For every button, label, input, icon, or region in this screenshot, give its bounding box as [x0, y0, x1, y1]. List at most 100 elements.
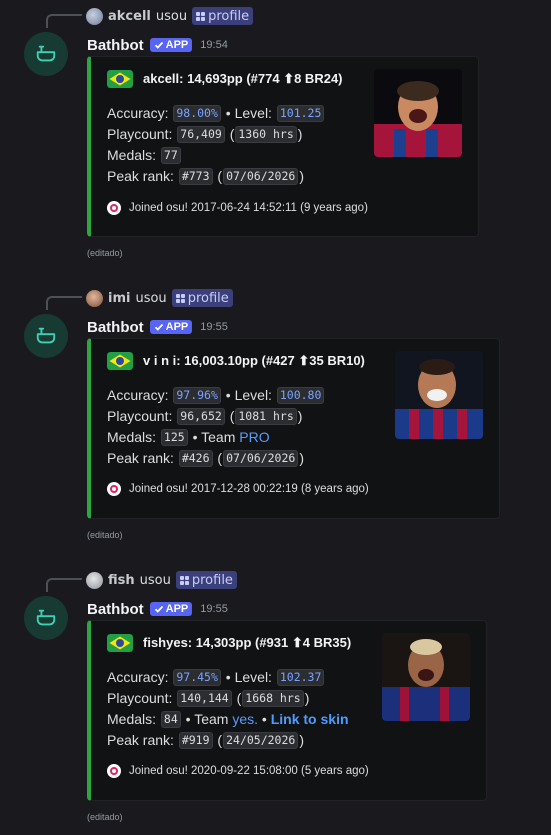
medals-label: Medals:	[107, 147, 157, 163]
avatar-thumbnail[interactable]	[382, 633, 470, 721]
bath-icon	[36, 609, 56, 626]
peak-rank-value: #773	[178, 168, 213, 185]
team-label: • Team	[185, 711, 229, 727]
avatar-thumbnail[interactable]	[395, 351, 483, 439]
edited-label: (editado)	[87, 248, 123, 258]
peak-rank-label: Peak rank:	[107, 168, 174, 184]
title-text: v i n i: 16,003.10pp (#427 ⬆35 BR10)	[143, 353, 365, 368]
level-label: • Level:	[225, 387, 272, 403]
edited-label: (editado)	[87, 530, 123, 540]
bot-avatar[interactable]	[24, 314, 68, 358]
user-avatar[interactable]	[86, 571, 103, 589]
bot-name[interactable]: Bathbot	[87, 37, 144, 54]
reply-context[interactable]: imi usou profile	[86, 288, 233, 308]
timestamp: 19:55	[200, 321, 228, 333]
accuracy-value: 97.45%	[173, 669, 221, 686]
title-text: akcell: 14,693pp (#774 ⬆8 BR24)	[143, 71, 343, 86]
brazil-flag-icon	[107, 352, 133, 370]
profile-embed: fishyes: 14,303pp (#931 ⬆4 BR35) Accurac…	[87, 620, 487, 801]
command-name: profile	[208, 8, 250, 24]
accuracy-value: 97.96%	[173, 387, 221, 404]
team-link[interactable]: yes.	[232, 709, 258, 730]
level-value: 102.37	[276, 669, 325, 686]
profile-embed: v i n i: 16,003.10pp (#427 ⬆35 BR10) Acc…	[87, 338, 500, 519]
playcount-value: 76,409	[177, 126, 225, 143]
message-akcell: akcell usou profile Bathbot APP 19:54 ak…	[0, 0, 551, 260]
peak-rank-label: Peak rank:	[107, 732, 174, 748]
reply-username[interactable]: fish	[108, 573, 135, 588]
reply-connector	[46, 296, 82, 310]
playcount-label: Playcount:	[107, 690, 173, 706]
command-grid-icon	[179, 575, 189, 585]
embed-footer: Joined osu! 2017-06-24 14:52:11 (9 years…	[107, 201, 368, 215]
playcount-value: 96,652	[177, 408, 225, 425]
osu-icon	[107, 201, 121, 215]
edited-label: (editado)	[87, 812, 123, 822]
embed-title[interactable]: v i n i: 16,003.10pp (#427 ⬆35 BR10)	[107, 352, 365, 370]
skin-separator: •	[261, 711, 267, 727]
command-name: profile	[187, 290, 229, 306]
accuracy-label: Accuracy:	[107, 105, 169, 121]
user-avatar[interactable]	[86, 289, 103, 307]
command-name: profile	[191, 572, 233, 588]
app-badge: APP	[149, 320, 193, 334]
peak-rank-date: 24/05/2026	[223, 732, 299, 749]
bot-name[interactable]: Bathbot	[87, 601, 144, 618]
command-mention[interactable]: profile	[192, 7, 254, 25]
joined-text: Joined osu! 2017-06-24 14:52:11 (9 years…	[129, 202, 368, 214]
timestamp: 19:55	[200, 603, 228, 615]
team-link[interactable]: PRO	[239, 427, 269, 448]
reply-context[interactable]: akcell usou profile	[86, 6, 254, 26]
check-icon	[154, 605, 163, 613]
playcount-label: Playcount:	[107, 126, 173, 142]
accuracy-label: Accuracy:	[107, 669, 169, 685]
title-text: fishyes: 14,303pp (#931 ⬆4 BR35)	[143, 635, 352, 650]
brazil-flag-icon	[107, 634, 133, 652]
avatar-thumbnail[interactable]	[374, 69, 462, 157]
peak-rank-value: #919	[178, 732, 213, 749]
bot-avatar[interactable]	[24, 32, 68, 76]
check-icon	[154, 41, 163, 49]
peak-rank-date: 07/06/2026	[223, 450, 299, 467]
medals-value: 77	[160, 147, 181, 164]
command-grid-icon	[196, 11, 206, 21]
command-mention[interactable]: profile	[175, 571, 237, 589]
reply-connector	[46, 578, 82, 592]
message-header: Bathbot APP 19:55	[87, 598, 228, 620]
timestamp: 19:54	[200, 39, 228, 51]
reply-verb: usou	[155, 8, 188, 24]
message-header: Bathbot APP 19:55	[87, 316, 228, 338]
command-grid-icon	[175, 293, 185, 303]
peak-rank-value: #426	[178, 450, 213, 467]
level-label: • Level:	[225, 105, 272, 121]
osu-icon	[107, 764, 121, 778]
bot-avatar[interactable]	[24, 596, 68, 640]
accuracy-label: Accuracy:	[107, 387, 169, 403]
embed-title[interactable]: fishyes: 14,303pp (#931 ⬆4 BR35)	[107, 634, 351, 652]
message-header: Bathbot APP 19:54	[87, 34, 228, 56]
app-badge-label: APP	[165, 321, 189, 333]
bath-icon	[36, 327, 56, 344]
command-mention[interactable]: profile	[171, 289, 233, 307]
app-badge: APP	[149, 38, 193, 52]
reply-username[interactable]: imi	[108, 291, 130, 306]
reply-username[interactable]: akcell	[108, 9, 151, 24]
message-imi: imi usou profile Bathbot APP 19:55 v i n…	[0, 282, 551, 542]
medals-value: 84	[160, 711, 181, 728]
user-avatar[interactable]	[86, 7, 103, 25]
app-badge-label: APP	[165, 39, 189, 51]
joined-text: Joined osu! 2020-09-22 15:08:00 (5 years…	[129, 765, 369, 777]
embed-footer: Joined osu! 2020-09-22 15:08:00 (5 years…	[107, 764, 369, 778]
medals-value: 125	[160, 429, 188, 446]
medals-label: Medals:	[107, 711, 157, 727]
playcount-label: Playcount:	[107, 408, 173, 424]
embed-title[interactable]: akcell: 14,693pp (#774 ⬆8 BR24)	[107, 70, 343, 88]
bot-name[interactable]: Bathbot	[87, 319, 144, 336]
reply-verb: usou	[135, 290, 167, 306]
check-icon	[154, 323, 163, 331]
playtime-value: 1081 hrs	[235, 408, 297, 425]
skin-link[interactable]: Link to skin	[271, 709, 349, 730]
app-badge-label: APP	[165, 603, 189, 615]
embed-footer: Joined osu! 2017-12-28 00:22:19 (8 years…	[107, 482, 369, 496]
reply-context[interactable]: fish usou profile	[86, 570, 237, 590]
